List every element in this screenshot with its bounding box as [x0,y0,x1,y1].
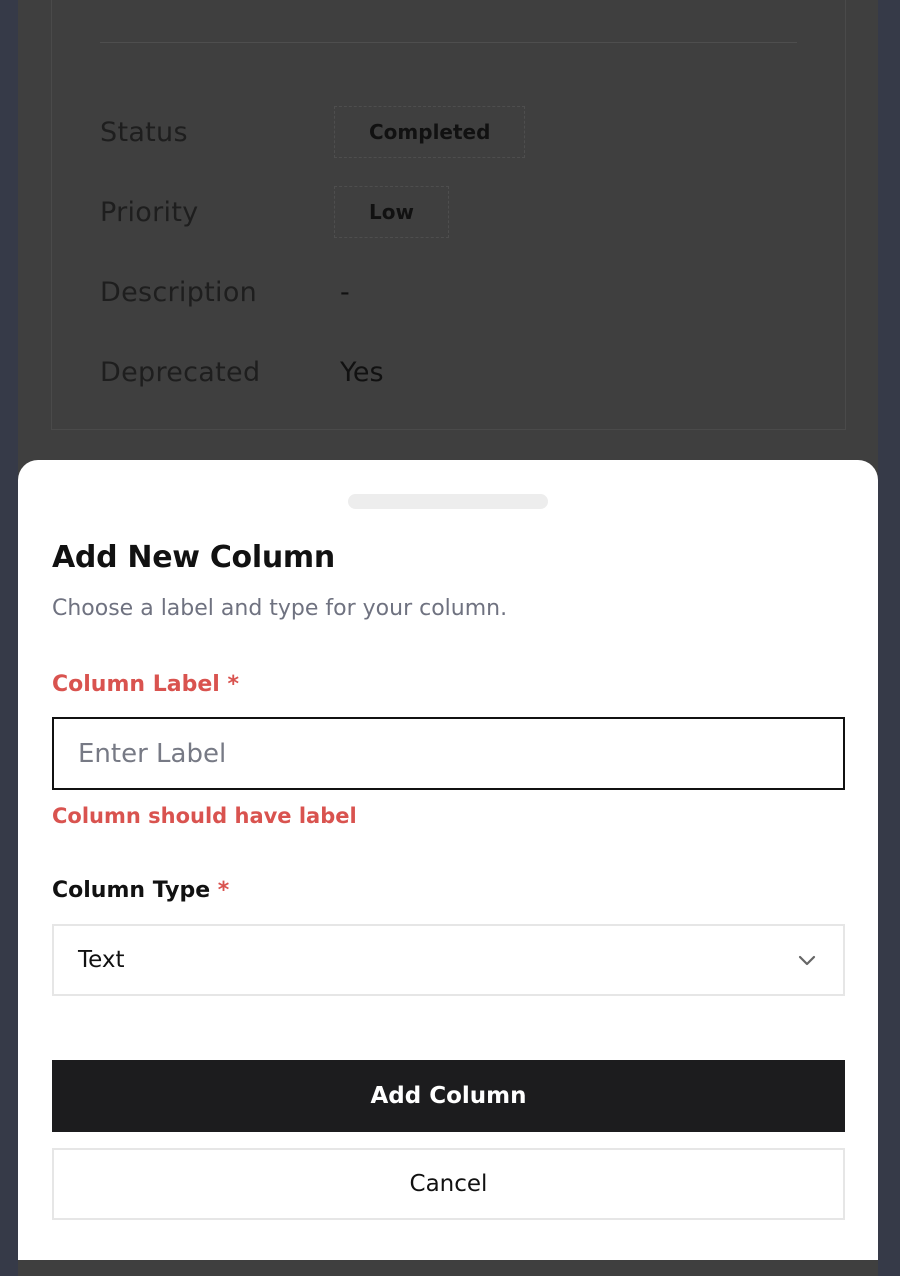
column-label-label: Column Label * [52,672,239,697]
add-column-sheet: Add New Column Choose a label and type f… [18,460,878,1260]
sheet-subtitle: Choose a label and type for your column. [52,596,508,621]
add-column-button[interactable]: Add Column [52,1060,845,1132]
column-label-error: Column should have label [52,804,357,828]
column-type-text: Column Type [52,878,211,903]
detail-value: Yes [340,356,384,388]
column-label-input[interactable] [52,717,845,790]
column-type-label: Column Type * [52,878,229,903]
priority-badge: Low [334,186,449,238]
detail-row-priority: Priority Low [100,186,449,238]
column-type-value: Text [78,947,125,973]
detail-label: Deprecated [100,356,261,388]
sheet-title: Add New Column [52,540,335,575]
column-type-select[interactable]: Text [52,924,845,996]
required-mark: * [217,878,230,903]
detail-label: Status [100,116,188,148]
detail-value: - [340,276,350,308]
column-label-text: Column Label [52,672,220,697]
detail-label: Description [100,276,258,308]
required-mark: * [227,672,239,697]
detail-label: Priority [100,196,199,228]
detail-row-deprecated: Deprecated Yes [100,352,384,392]
detail-row-status: Status Completed [100,106,526,158]
sheet-drag-handle[interactable] [348,494,548,509]
status-badge: Completed [334,106,526,158]
detail-row-description: Description - [100,272,350,312]
details-divider [100,42,797,43]
chevron-down-icon [798,955,816,966]
cancel-button[interactable]: Cancel [52,1148,845,1220]
